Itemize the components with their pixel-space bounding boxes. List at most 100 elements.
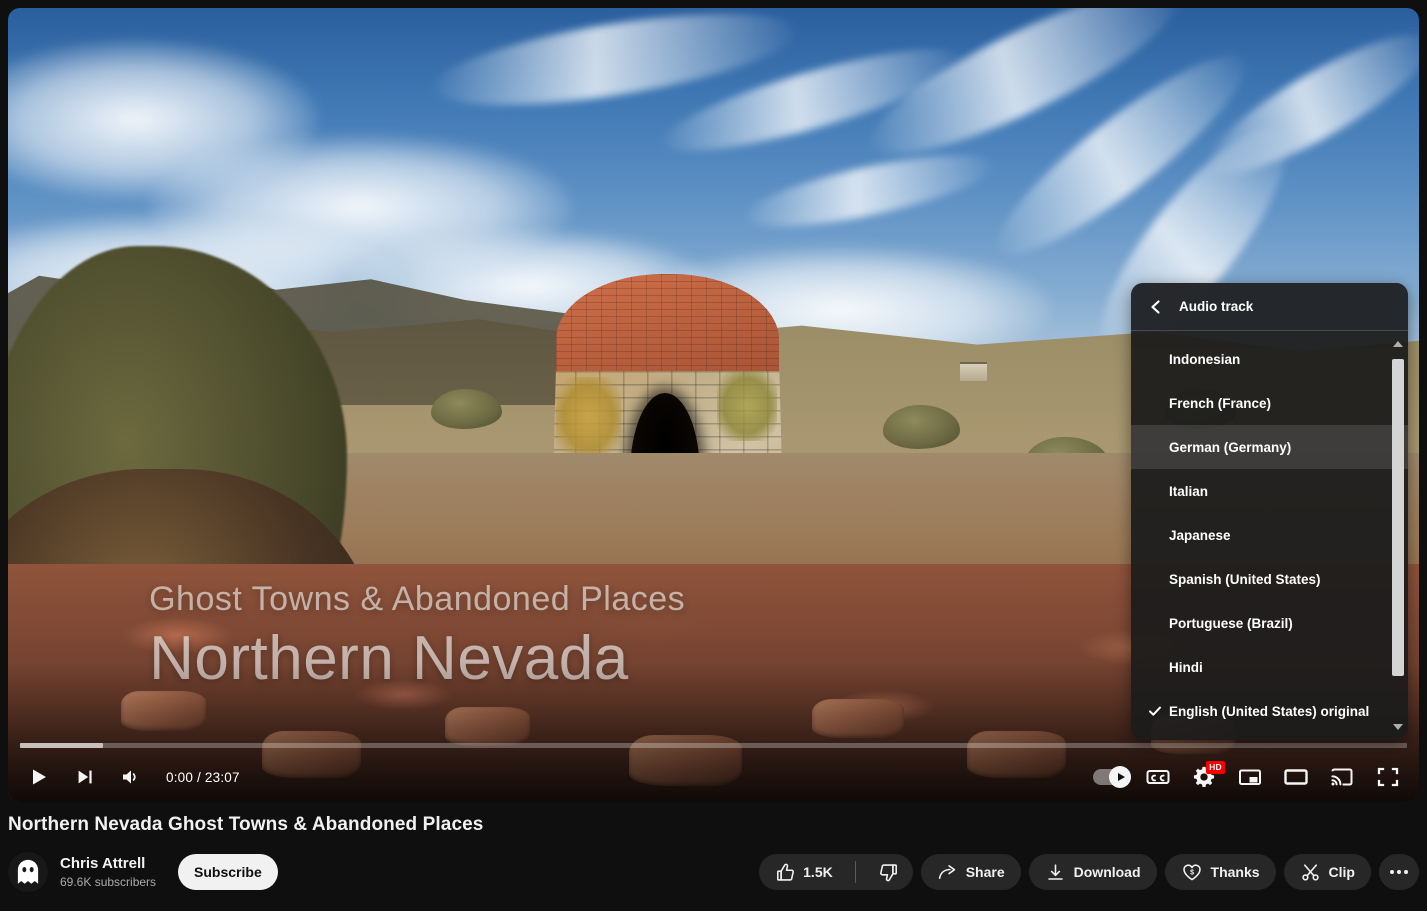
share-button[interactable]: Share: [921, 854, 1021, 890]
scrollbar-thumb[interactable]: [1392, 359, 1404, 676]
play-triangle-icon: [1118, 773, 1125, 781]
channel-name[interactable]: Chris Attrell: [60, 854, 156, 874]
fullscreen-icon: [1375, 764, 1401, 790]
progress-bar[interactable]: [20, 743, 1407, 748]
miniplayer-button[interactable]: [1227, 754, 1273, 800]
cast-button[interactable]: [1319, 754, 1365, 800]
clip-label: Clip: [1329, 864, 1355, 880]
volume-icon: [119, 765, 143, 789]
subscribe-button[interactable]: Subscribe: [178, 854, 278, 890]
autoplay-toggle[interactable]: [1089, 754, 1135, 800]
share-arrow-icon: [937, 862, 958, 883]
audio-track-option[interactable]: Japanese: [1131, 513, 1408, 557]
ghost-icon: [13, 857, 43, 887]
audio-track-option-label: Portuguese (Brazil): [1169, 616, 1293, 631]
player-controls: 0:00 / 23:07: [8, 752, 1419, 802]
channel-text: Chris Attrell 69.6K subscribers: [60, 854, 156, 891]
youtube-watch-page: Ghost Towns & Abandoned Places Northern …: [0, 0, 1427, 911]
dislike-button[interactable]: [864, 854, 913, 890]
audio-track-option-label: French (France): [1169, 396, 1271, 411]
volume-button[interactable]: [108, 754, 154, 800]
time-display: 0:00 / 23:07: [166, 770, 240, 785]
next-icon: [74, 766, 96, 788]
channel-info: Chris Attrell 69.6K subscribers Subscrib…: [8, 852, 278, 892]
abandoned-shed: [960, 362, 987, 381]
audio-track-option-label: German (Germany): [1169, 440, 1291, 455]
avatar[interactable]: [8, 852, 48, 892]
like-count: 1.5K: [803, 864, 833, 880]
rubble-rock: [812, 699, 904, 739]
download-button[interactable]: Download: [1029, 854, 1157, 890]
audio-track-option-label: English (United States) original: [1169, 704, 1369, 719]
like-dislike-group: 1.5K: [759, 854, 913, 890]
action-buttons: 1.5K Share: [759, 854, 1419, 890]
like-dislike-divider: [855, 861, 856, 883]
cast-icon: [1329, 764, 1355, 790]
audio-track-menu[interactable]: Audio track Indonesian French (France) Ger…: [1131, 283, 1408, 740]
audio-track-option[interactable]: Portuguese (Brazil): [1131, 601, 1408, 645]
miniplayer-icon: [1237, 764, 1263, 790]
autoplay-switch-track[interactable]: [1093, 769, 1131, 785]
scrollbar-track[interactable]: [1392, 351, 1404, 720]
check-icon: [1145, 703, 1165, 719]
more-dot: [1404, 870, 1408, 874]
like-button[interactable]: 1.5K: [759, 854, 847, 890]
share-label: Share: [966, 864, 1005, 880]
scrollbar-down-arrow[interactable]: [1391, 720, 1405, 734]
play-button[interactable]: [16, 754, 62, 800]
thanks-heart-icon: $: [1181, 861, 1203, 883]
sagebrush: [431, 389, 502, 429]
kiln-lichen-patch: [717, 371, 778, 441]
audio-track-option-label: Italian: [1169, 484, 1208, 499]
download-label: Download: [1074, 864, 1141, 880]
more-dot: [1397, 870, 1401, 874]
audio-track-option-label: Hindi: [1169, 660, 1203, 675]
video-metadata: Northern Nevada Ghost Towns & Abandoned …: [8, 812, 1419, 892]
subtitles-button[interactable]: [1135, 754, 1181, 800]
rubble-rock: [445, 707, 530, 747]
play-icon: [27, 765, 51, 789]
progress-buffered: [20, 743, 103, 748]
audio-track-option-label: Indonesian: [1169, 352, 1240, 367]
menu-scrollbar[interactable]: [1391, 337, 1405, 734]
theater-mode-icon: [1282, 763, 1310, 791]
thumbs-up-icon: [775, 862, 796, 883]
scrollbar-up-arrow[interactable]: [1391, 337, 1405, 351]
theater-button[interactable]: [1273, 754, 1319, 800]
audio-track-option-label: Japanese: [1169, 528, 1231, 543]
audio-track-option[interactable]: French (France): [1131, 381, 1408, 425]
fullscreen-button[interactable]: [1365, 754, 1411, 800]
audio-track-option[interactable]: Hindi: [1131, 645, 1408, 689]
video-player[interactable]: Ghost Towns & Abandoned Places Northern …: [8, 8, 1419, 802]
audio-track-menu-title: Audio track: [1179, 299, 1253, 314]
thanks-currency-symbol: $: [1190, 869, 1194, 876]
more-dot: [1390, 870, 1394, 874]
clip-button[interactable]: Clip: [1284, 854, 1371, 890]
more-actions-button[interactable]: [1379, 854, 1419, 890]
scissors-icon: [1300, 862, 1321, 883]
audio-track-option-label: Spanish (United States): [1169, 572, 1321, 587]
owner-row: Chris Attrell 69.6K subscribers Subscrib…: [8, 852, 1419, 892]
closed-captions-icon: [1144, 763, 1172, 791]
download-icon: [1045, 862, 1066, 883]
kiln-lichen-patch: [556, 377, 621, 458]
hd-quality-badge: HD: [1206, 761, 1225, 774]
audio-track-list[interactable]: Indonesian French (France) German (Germany…: [1131, 331, 1408, 740]
audio-track-option[interactable]: Spanish (United States): [1131, 557, 1408, 601]
settings-button[interactable]: HD: [1181, 754, 1227, 800]
thanks-label: Thanks: [1211, 864, 1260, 880]
next-button[interactable]: [62, 754, 108, 800]
page-title: Northern Nevada Ghost Towns & Abandoned …: [8, 812, 1419, 838]
audio-track-option[interactable]: Italian: [1131, 469, 1408, 513]
progress-track[interactable]: [20, 743, 1407, 748]
channel-subscriber-count: 69.6K subscribers: [60, 874, 156, 891]
audio-track-option[interactable]: German (Germany): [1131, 425, 1408, 469]
thumbs-down-icon: [878, 862, 899, 883]
audio-track-option[interactable]: Indonesian: [1131, 337, 1408, 381]
back-chevron-icon[interactable]: [1145, 296, 1167, 318]
autoplay-switch-knob: [1109, 766, 1131, 788]
audio-track-menu-header[interactable]: Audio track: [1131, 283, 1408, 331]
audio-track-option[interactable]: English (United States) original: [1131, 689, 1408, 733]
thanks-button[interactable]: $ Thanks: [1165, 854, 1276, 890]
rubble-rock: [121, 691, 206, 731]
